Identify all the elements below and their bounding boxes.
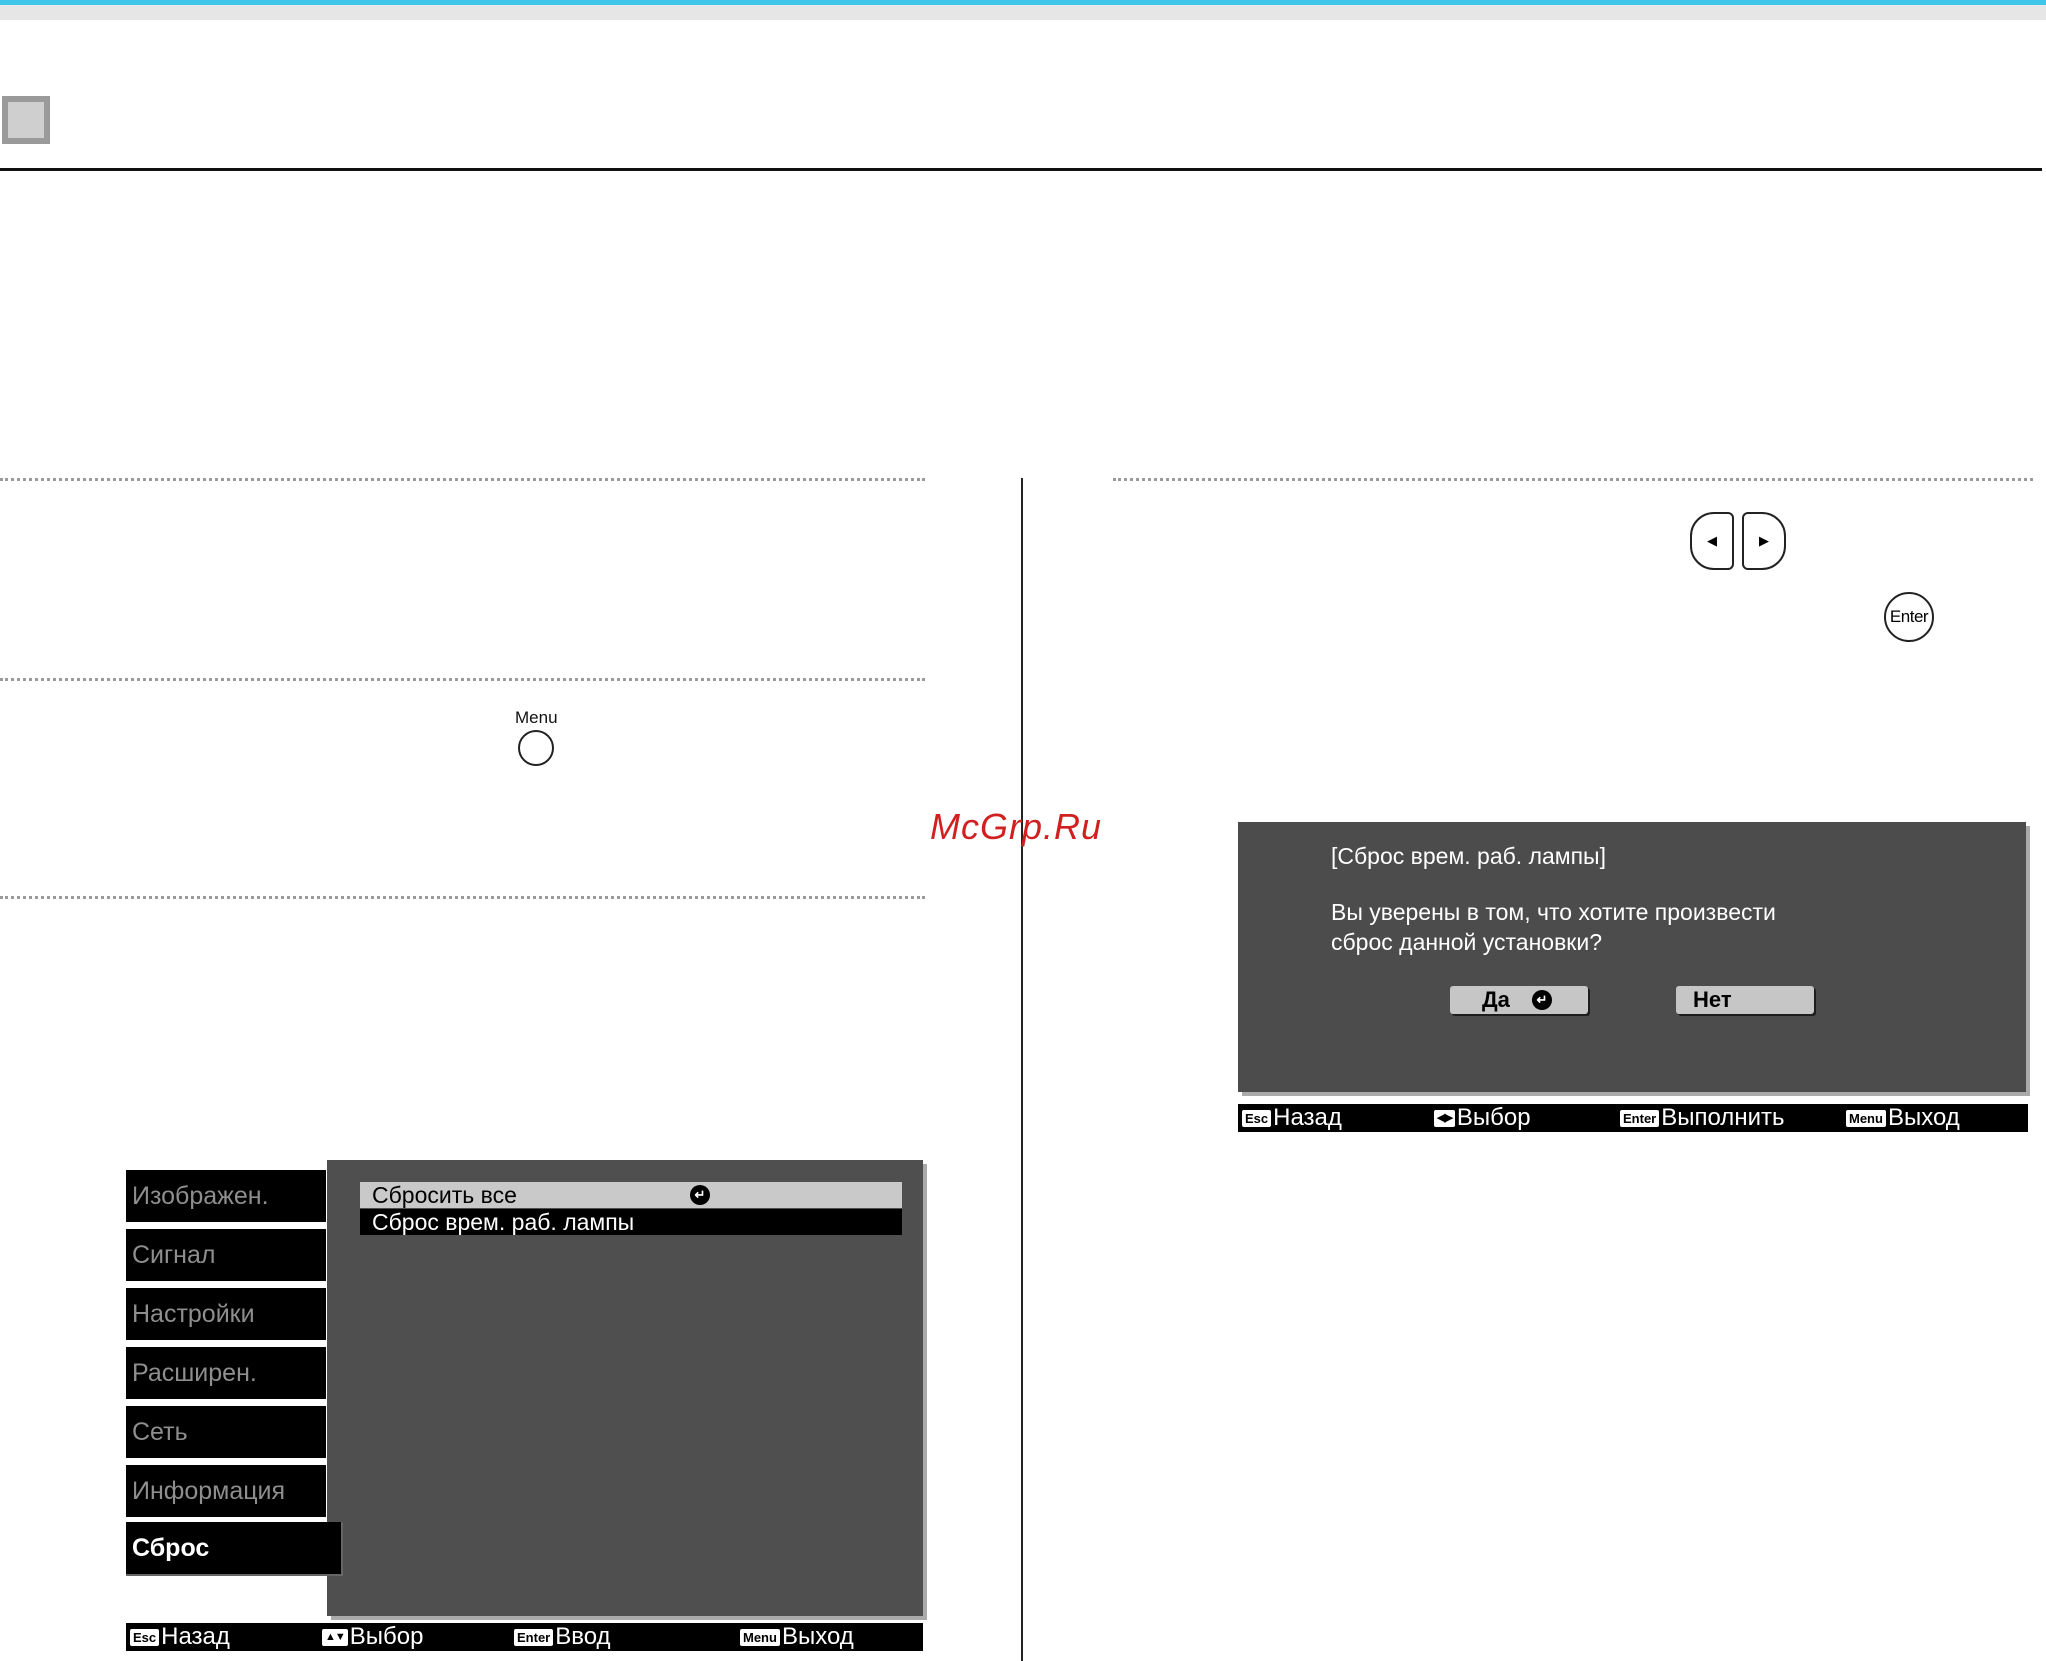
step-divider bbox=[0, 478, 925, 481]
column-divider bbox=[1021, 478, 1023, 1661]
footer-back: Esc Назад bbox=[1242, 1104, 1342, 1132]
option-label: Сброс врем. раб. лампы bbox=[372, 1208, 635, 1235]
step-divider bbox=[0, 896, 925, 899]
yes-label: Да bbox=[1482, 987, 1510, 1012]
dialog-message-line1: Вы уверены в том, что хотите произвести bbox=[1331, 899, 1776, 925]
option-reset-lamp-hours[interactable]: Сброс врем. раб. лампы bbox=[360, 1209, 902, 1235]
menu-key-icon: Menu bbox=[1846, 1109, 1886, 1127]
esc-key-icon: Esc bbox=[130, 1628, 160, 1646]
menu-key-icon: Menu bbox=[740, 1628, 780, 1646]
dialog-message-line2: сброс данной установки? bbox=[1331, 929, 1603, 955]
section-heading-rule bbox=[0, 168, 2042, 171]
option-reset-all[interactable]: Сбросить все ↵ bbox=[360, 1182, 902, 1208]
top-gray-band bbox=[0, 5, 2046, 20]
menu-button-icon bbox=[518, 730, 554, 766]
dialog-footer-bar: Esc Назад ◀▶ Выбор Enter Выполнить Menu Выхо… bbox=[1238, 1104, 2028, 1132]
footer-exit: Menu Выход bbox=[1846, 1104, 1960, 1132]
step-divider bbox=[0, 678, 925, 681]
step-divider bbox=[1113, 478, 2033, 481]
enter-key-icon: Enter bbox=[514, 1628, 554, 1646]
sidebar-item-info[interactable]: Информация bbox=[126, 1465, 326, 1517]
dialog-title: [Сброс врем. раб. лампы] bbox=[1331, 843, 1606, 869]
enter-key-icon: Enter bbox=[1620, 1109, 1660, 1127]
enter-icon: ↵ bbox=[1531, 990, 1552, 1010]
right-arrow-button-icon: ▶ bbox=[1742, 512, 1786, 570]
menu-footer-bar: Esc Назад ▲▼ Выбор Enter Ввод Menu Выход bbox=[126, 1623, 923, 1651]
section-square-icon bbox=[2, 96, 50, 144]
sidebar-item-reset[interactable]: Сброс bbox=[126, 1522, 343, 1576]
watermark: McGrp.Ru bbox=[930, 806, 1103, 847]
footer-select: ◀▶ Выбор bbox=[1434, 1104, 1531, 1132]
enter-icon: ↵ bbox=[690, 1185, 710, 1205]
sidebar-item-signal[interactable]: Сигнал bbox=[126, 1229, 326, 1281]
footer-execute: Enter Выполнить bbox=[1620, 1104, 1784, 1132]
left-right-key-icon: ◀▶ bbox=[1434, 1109, 1455, 1127]
option-label: Сбросить все bbox=[372, 1181, 517, 1208]
enter-button-icon: Enter bbox=[1884, 592, 1934, 642]
esc-key-icon: Esc bbox=[1242, 1109, 1272, 1127]
yes-button[interactable]: Да ↵ bbox=[1450, 986, 1588, 1014]
no-label: Нет bbox=[1693, 987, 1732, 1012]
up-down-key-icon: ▲▼ bbox=[322, 1628, 348, 1646]
sidebar-item-settings[interactable]: Настройки bbox=[126, 1288, 326, 1340]
footer-exit: Menu Выход bbox=[740, 1623, 854, 1651]
sidebar-item-extended[interactable]: Расширен. bbox=[126, 1347, 326, 1399]
footer-enter: Enter Ввод bbox=[514, 1623, 611, 1651]
sidebar-item-image[interactable]: Изображен. bbox=[126, 1170, 326, 1222]
left-arrow-button-icon: ◀ bbox=[1690, 512, 1734, 570]
no-button[interactable]: Нет bbox=[1676, 986, 1814, 1014]
menu-button-label: Menu bbox=[515, 708, 558, 727]
footer-select: ▲▼ Выбор bbox=[322, 1623, 423, 1651]
sidebar-item-network[interactable]: Сеть bbox=[126, 1406, 326, 1458]
footer-back: Esc Назад bbox=[130, 1623, 230, 1651]
